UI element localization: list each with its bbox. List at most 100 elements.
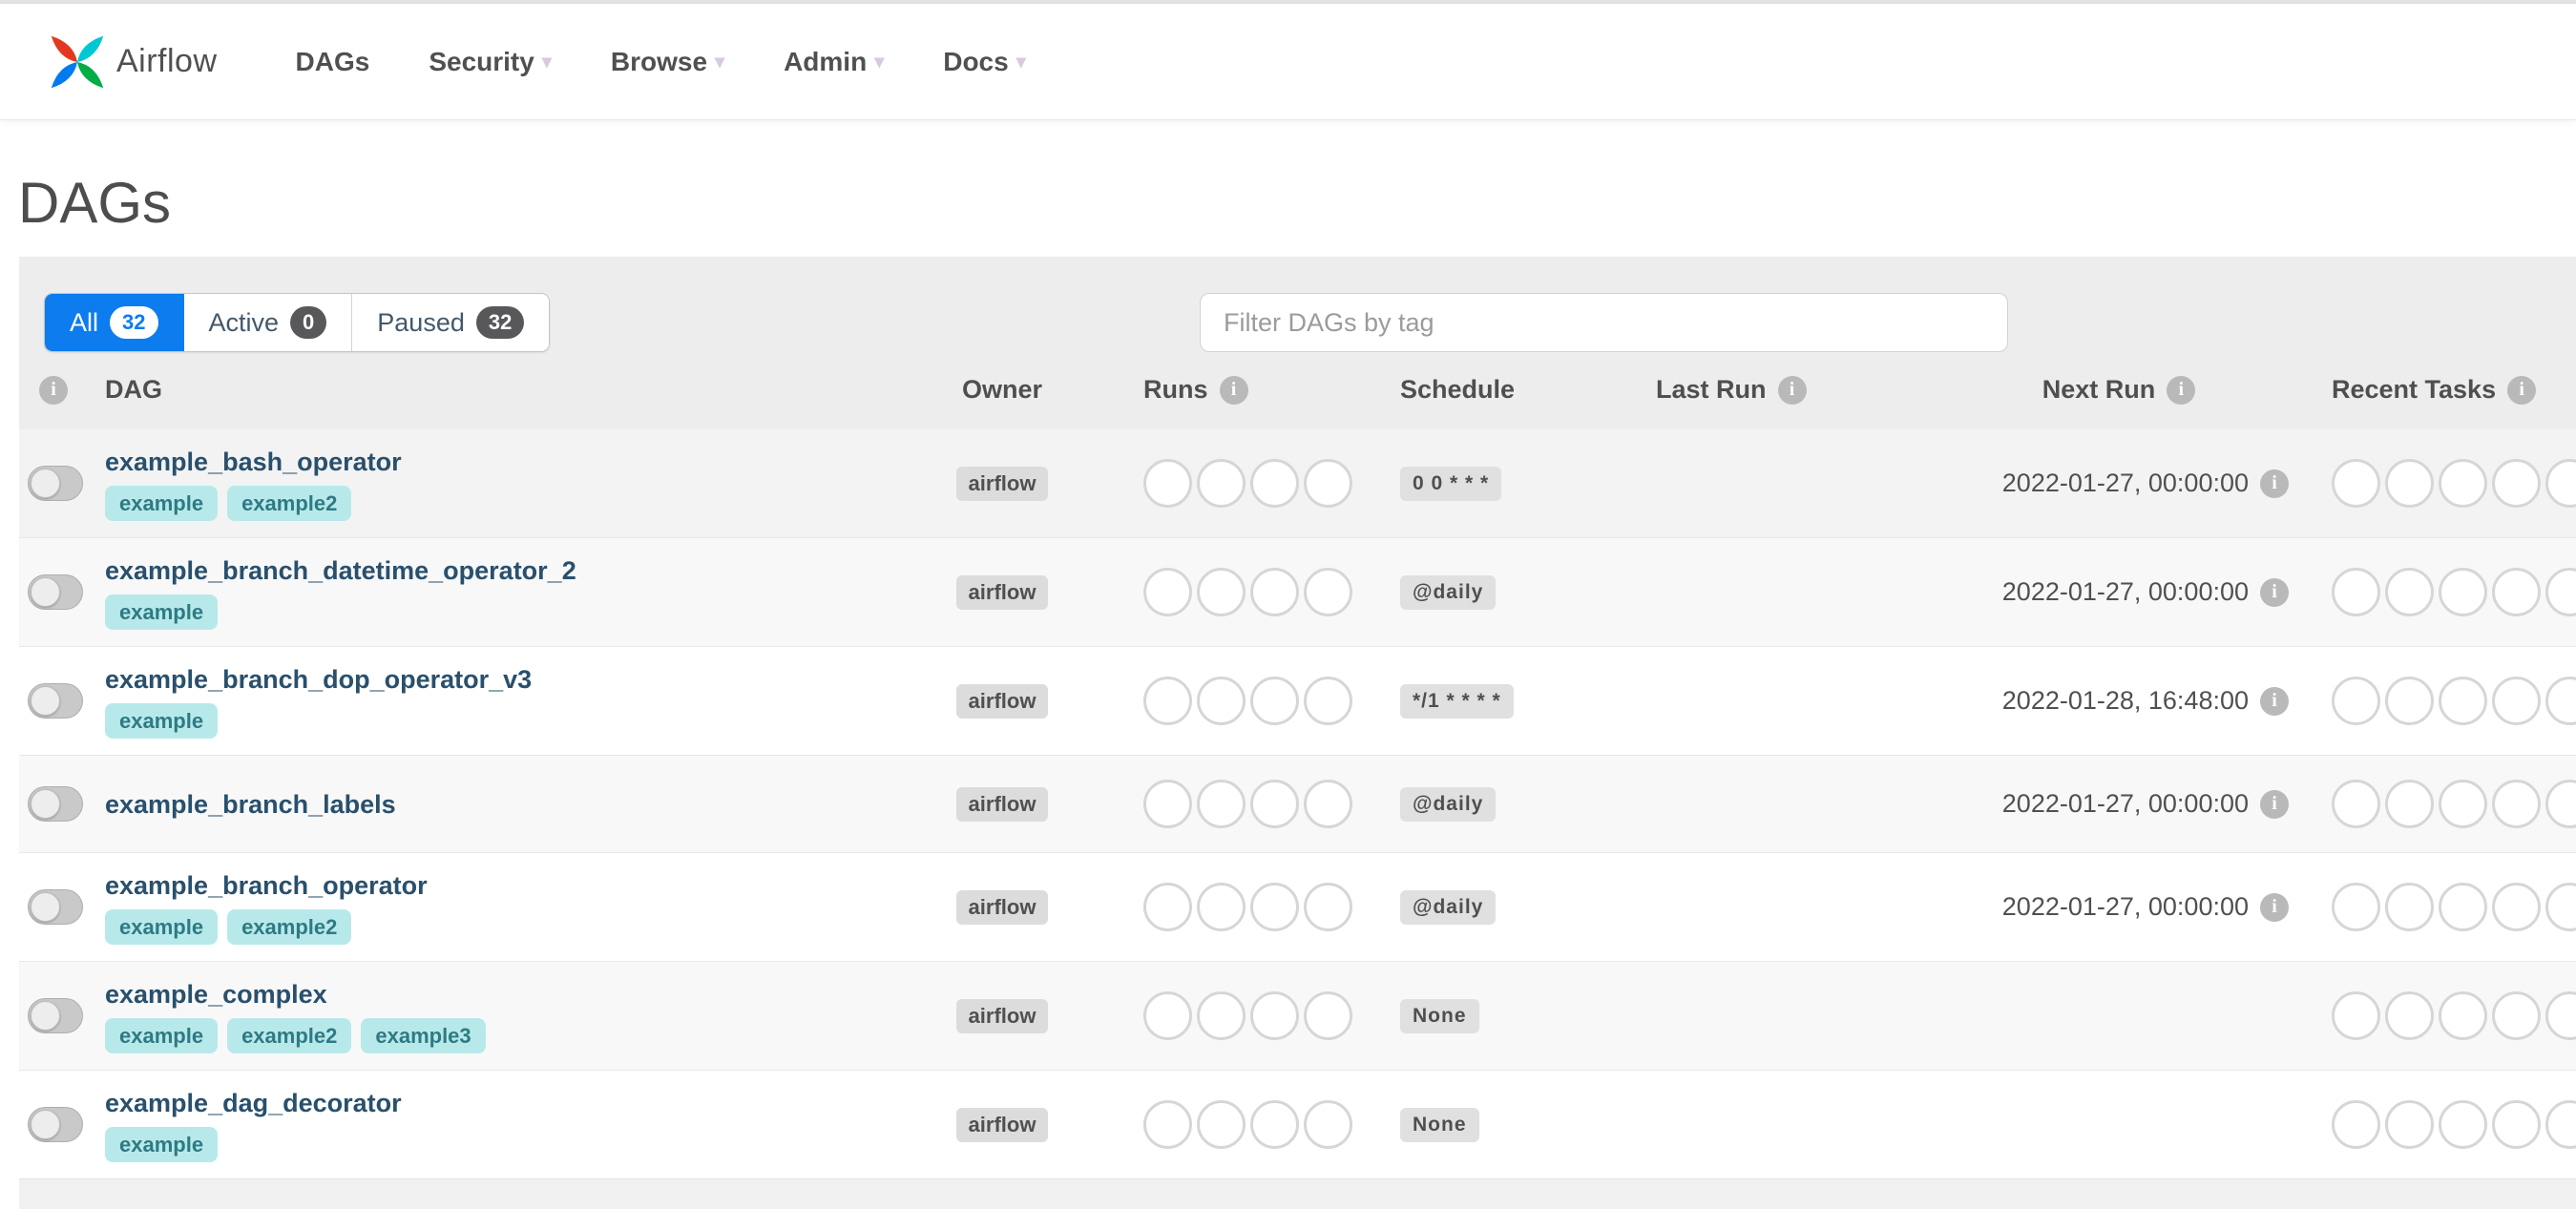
- run-status-circle[interactable]: [1304, 568, 1352, 616]
- run-status-circle[interactable]: [1197, 568, 1246, 616]
- task-status-circle[interactable]: [2439, 883, 2487, 931]
- dag-tag[interactable]: example: [105, 703, 219, 739]
- task-status-circle[interactable]: [2332, 780, 2380, 828]
- run-status-circle[interactable]: [1250, 883, 1299, 931]
- dag-pause-toggle[interactable]: [28, 786, 83, 822]
- task-status-circle[interactable]: [2332, 883, 2380, 931]
- task-status-circle[interactable]: [2332, 991, 2380, 1040]
- task-status-circle[interactable]: [2439, 991, 2487, 1040]
- header-owner[interactable]: Owner: [916, 375, 1088, 405]
- task-status-circle[interactable]: [2385, 991, 2434, 1040]
- dag-tag[interactable]: example: [105, 1018, 219, 1053]
- filter-tab-all[interactable]: All 32: [45, 294, 184, 351]
- run-status-circle[interactable]: [1304, 780, 1352, 828]
- task-status-circle[interactable]: [2385, 459, 2434, 508]
- task-status-circle[interactable]: [2385, 568, 2434, 616]
- task-status-circle[interactable]: [2545, 1100, 2576, 1149]
- task-status-circle[interactable]: [2439, 677, 2487, 725]
- run-status-circle[interactable]: [1304, 1100, 1352, 1149]
- run-status-circle[interactable]: [1304, 459, 1352, 508]
- run-status-circle[interactable]: [1304, 677, 1352, 725]
- task-status-circle[interactable]: [2385, 1100, 2434, 1149]
- nav-item-browse[interactable]: Browse ▾: [611, 47, 724, 77]
- run-status-circle[interactable]: [1250, 677, 1299, 725]
- header-dag[interactable]: DAG: [105, 375, 916, 405]
- task-status-circle[interactable]: [2545, 459, 2576, 508]
- dag-name-link[interactable]: example_branch_labels: [105, 788, 396, 821]
- run-status-circle[interactable]: [1143, 459, 1192, 508]
- task-status-circle[interactable]: [2492, 1100, 2541, 1149]
- run-status-circle[interactable]: [1143, 883, 1192, 931]
- run-status-circle[interactable]: [1304, 883, 1352, 931]
- filter-tab-active[interactable]: Active 0: [183, 294, 353, 351]
- run-status-circle[interactable]: [1250, 991, 1299, 1040]
- run-status-circle[interactable]: [1143, 677, 1192, 725]
- task-status-circle[interactable]: [2332, 677, 2380, 725]
- dag-name-link[interactable]: example_complex: [105, 978, 486, 1011]
- dag-tag[interactable]: example2: [227, 486, 352, 521]
- task-status-circle[interactable]: [2332, 1100, 2380, 1149]
- dag-tag[interactable]: example: [105, 594, 219, 630]
- task-status-circle[interactable]: [2385, 677, 2434, 725]
- dag-tag[interactable]: example: [105, 486, 219, 521]
- dag-pause-toggle[interactable]: [28, 574, 83, 610]
- run-status-circle[interactable]: [1143, 991, 1192, 1040]
- filter-tab-paused[interactable]: Paused 32: [352, 294, 550, 351]
- dag-pause-toggle[interactable]: [28, 889, 83, 925]
- dag-tag[interactable]: example2: [227, 909, 352, 945]
- task-status-circle[interactable]: [2545, 883, 2576, 931]
- airflow-brand[interactable]: Airflow: [48, 31, 218, 93]
- dag-name-link[interactable]: example_dag_decorator: [105, 1087, 402, 1119]
- task-status-circle[interactable]: [2545, 991, 2576, 1040]
- task-status-circle[interactable]: [2492, 991, 2541, 1040]
- task-status-circle[interactable]: [2545, 568, 2576, 616]
- dag-name-link[interactable]: example_branch_datetime_operator_2: [105, 554, 576, 587]
- dag-pause-toggle[interactable]: [28, 998, 83, 1033]
- task-status-circle[interactable]: [2439, 568, 2487, 616]
- run-status-circle[interactable]: [1250, 459, 1299, 508]
- task-status-circle[interactable]: [2492, 677, 2541, 725]
- run-status-circle[interactable]: [1250, 1100, 1299, 1149]
- run-status-circle[interactable]: [1197, 677, 1246, 725]
- task-status-circle[interactable]: [2385, 780, 2434, 828]
- run-status-circle[interactable]: [1143, 780, 1192, 828]
- task-status-circle[interactable]: [2385, 883, 2434, 931]
- run-status-circle[interactable]: [1250, 568, 1299, 616]
- task-status-circle[interactable]: [2332, 459, 2380, 508]
- run-status-circle[interactable]: [1197, 883, 1246, 931]
- nav-item-docs[interactable]: Docs ▾: [943, 47, 1026, 77]
- dag-pause-toggle[interactable]: [28, 1107, 83, 1142]
- nav-item-security[interactable]: Security ▾: [429, 47, 552, 77]
- run-status-circle[interactable]: [1197, 1100, 1246, 1149]
- run-status-circle[interactable]: [1250, 780, 1299, 828]
- filter-dags-by-tag-input[interactable]: [1200, 293, 2008, 352]
- dag-tag[interactable]: example2: [227, 1018, 352, 1053]
- task-status-circle[interactable]: [2439, 459, 2487, 508]
- run-status-circle[interactable]: [1304, 991, 1352, 1040]
- dag-tag[interactable]: example: [105, 909, 219, 945]
- dag-tag[interactable]: example: [105, 1127, 219, 1162]
- nav-item-admin[interactable]: Admin ▾: [784, 47, 884, 77]
- run-status-circle[interactable]: [1143, 1100, 1192, 1149]
- task-status-circle[interactable]: [2332, 568, 2380, 616]
- run-status-circle[interactable]: [1197, 991, 1246, 1040]
- task-status-circle[interactable]: [2545, 677, 2576, 725]
- task-status-circle[interactable]: [2439, 780, 2487, 828]
- dag-name-link[interactable]: example_bash_operator: [105, 446, 402, 478]
- task-status-circle[interactable]: [2439, 1100, 2487, 1149]
- dag-name-link[interactable]: example_branch_operator: [105, 869, 428, 902]
- task-status-circle[interactable]: [2492, 883, 2541, 931]
- task-status-circle[interactable]: [2545, 780, 2576, 828]
- dag-pause-toggle[interactable]: [28, 683, 83, 719]
- task-status-circle[interactable]: [2492, 459, 2541, 508]
- run-status-circle[interactable]: [1143, 568, 1192, 616]
- dag-name-link[interactable]: example_branch_dop_operator_v3: [105, 663, 532, 696]
- run-status-circle[interactable]: [1197, 459, 1246, 508]
- header-schedule[interactable]: Schedule: [1374, 375, 1632, 405]
- run-status-circle[interactable]: [1197, 780, 1246, 828]
- task-status-circle[interactable]: [2492, 568, 2541, 616]
- nav-item-dags[interactable]: DAGs: [296, 47, 370, 77]
- task-status-circle[interactable]: [2492, 780, 2541, 828]
- dag-pause-toggle[interactable]: [28, 466, 83, 501]
- dag-tag[interactable]: example3: [361, 1018, 486, 1053]
